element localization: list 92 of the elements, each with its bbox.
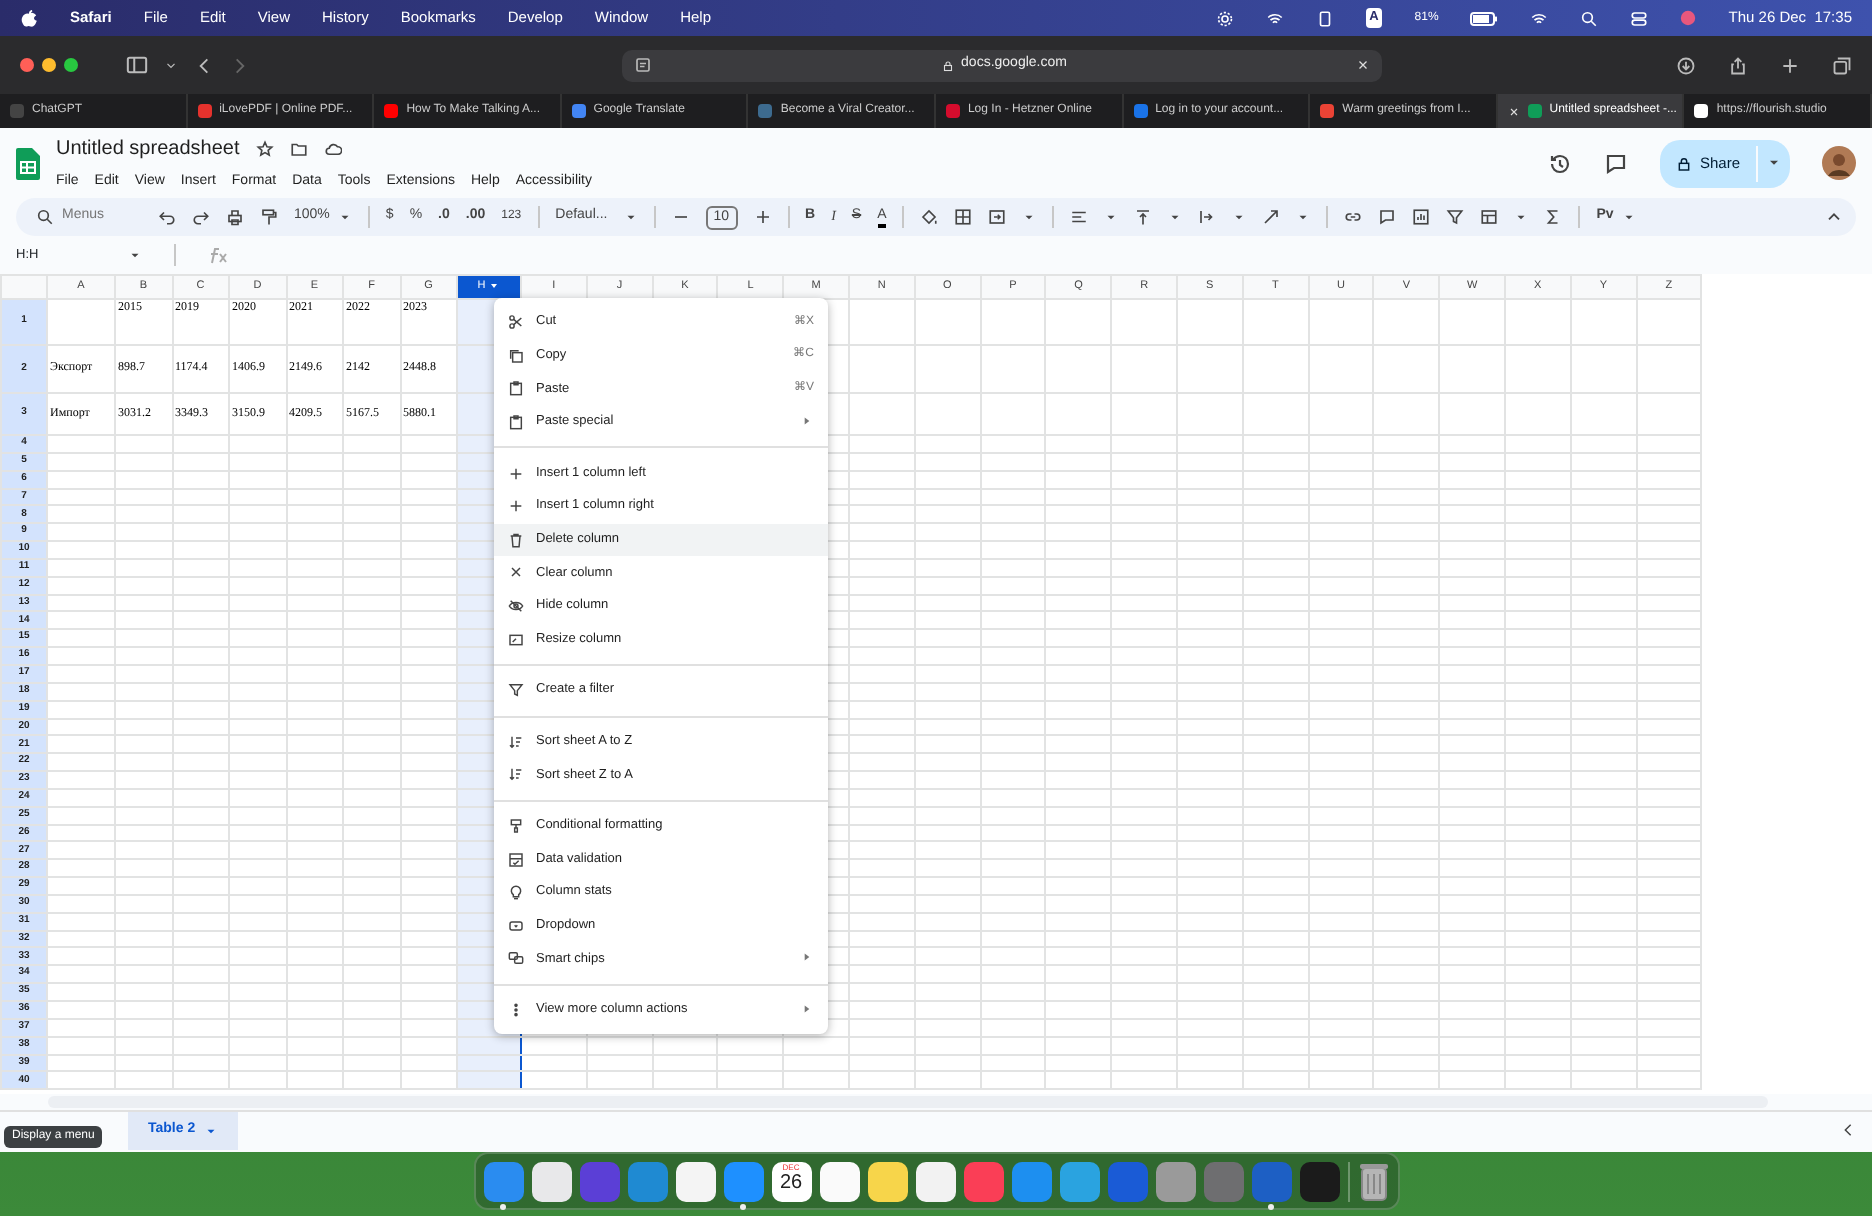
collapse-left-icon[interactable] xyxy=(1840,1122,1856,1139)
search-icon[interactable] xyxy=(1580,9,1599,27)
chevron-down-icon[interactable] xyxy=(164,58,178,72)
download-icon[interactable] xyxy=(1676,55,1696,75)
paint-roller-icon xyxy=(508,818,524,835)
redo-icon[interactable] xyxy=(192,208,210,226)
caret-icon[interactable] xyxy=(488,279,501,292)
caret-icon[interactable] xyxy=(1621,210,1636,224)
app-icon[interactable] xyxy=(867,1161,907,1201)
comment-icon[interactable] xyxy=(1378,208,1397,226)
horizontal-scrollbar[interactable] xyxy=(48,1096,1768,1108)
cloud-icon[interactable] xyxy=(323,139,342,158)
control-center-icon[interactable] xyxy=(1630,9,1649,27)
status-icon[interactable] xyxy=(1315,9,1334,27)
lock-icon xyxy=(1675,155,1692,171)
table-icon[interactable] xyxy=(1480,208,1499,226)
battery-icon[interactable] xyxy=(1470,11,1499,25)
caret-icon[interactable] xyxy=(337,210,352,224)
caret-icon[interactable] xyxy=(1022,210,1037,224)
tabs-icon[interactable] xyxy=(1832,55,1852,75)
chart-icon[interactable] xyxy=(1412,208,1431,226)
borders-icon[interactable] xyxy=(954,208,973,226)
vertical-align-icon[interactable] xyxy=(1134,208,1153,226)
caret-icon[interactable] xyxy=(1296,210,1311,224)
chips-icon xyxy=(508,950,524,967)
hidden-eye-icon xyxy=(508,598,524,615)
trash-icon[interactable] xyxy=(1357,1161,1389,1201)
folder-icon[interactable] xyxy=(289,139,308,158)
share-icon[interactable] xyxy=(1728,55,1748,75)
sigma-icon[interactable] xyxy=(1544,208,1563,226)
star-icon[interactable] xyxy=(255,139,274,158)
resize-icon xyxy=(508,631,524,648)
caret-icon[interactable] xyxy=(1104,210,1119,224)
close-icon[interactable] xyxy=(1355,58,1370,72)
fill-color-icon[interactable] xyxy=(920,208,939,226)
wifi-icon[interactable] xyxy=(1530,9,1549,27)
filter-icon xyxy=(508,682,524,699)
history-icon[interactable] xyxy=(1547,151,1572,175)
lightbulb-icon xyxy=(508,884,524,901)
paint-format-icon[interactable] xyxy=(260,208,278,226)
caret-icon[interactable] xyxy=(128,248,142,262)
plus-icon[interactable] xyxy=(1780,55,1800,75)
caret-icon[interactable] xyxy=(1232,210,1247,224)
app-icon[interactable] xyxy=(819,1161,859,1201)
dropdown-icon xyxy=(508,917,524,934)
document-title[interactable]: Untitled spreadsheet xyxy=(56,133,240,164)
sidebar-icon[interactable] xyxy=(126,54,148,76)
caret-icon xyxy=(203,1124,218,1138)
undo-icon[interactable] xyxy=(158,208,176,226)
copy-icon xyxy=(508,347,524,364)
logo-icon[interactable] xyxy=(20,9,38,27)
comment-icon[interactable] xyxy=(1603,151,1628,175)
app-icon[interactable] xyxy=(675,1161,715,1201)
paste-icon xyxy=(508,380,524,397)
close-icon xyxy=(508,564,524,581)
status-icon[interactable] xyxy=(1265,9,1284,27)
caret-icon[interactable] xyxy=(1168,210,1183,224)
filter-icon[interactable] xyxy=(1446,208,1465,226)
app-icon[interactable] xyxy=(915,1161,955,1201)
back-icon[interactable] xyxy=(194,55,214,75)
plus-icon[interactable] xyxy=(753,208,772,226)
minimize-button[interactable] xyxy=(42,58,56,72)
paste-icon xyxy=(508,414,524,431)
sort-icon xyxy=(508,766,524,783)
align-icon[interactable] xyxy=(1070,208,1089,226)
checklist-icon xyxy=(508,851,524,868)
zoom-button[interactable] xyxy=(64,58,78,72)
search-icon xyxy=(36,208,54,226)
sheets-logo[interactable] xyxy=(16,147,40,179)
cut-icon xyxy=(508,314,524,331)
link-icon[interactable] xyxy=(1344,208,1363,226)
more-icon xyxy=(508,1001,524,1018)
close-button[interactable] xyxy=(20,58,34,72)
function-icon xyxy=(208,246,228,264)
rotate-icon[interactable] xyxy=(1262,208,1281,226)
print-icon[interactable] xyxy=(226,208,244,226)
sort-icon xyxy=(508,733,524,750)
trash-icon xyxy=(508,531,524,548)
page-icon[interactable] xyxy=(634,56,652,74)
caret-icon[interactable] xyxy=(1514,210,1529,224)
app-icon[interactable] xyxy=(531,1161,571,1201)
lock-icon xyxy=(941,59,954,71)
wrap-icon[interactable] xyxy=(1198,208,1217,226)
caret-icon[interactable] xyxy=(623,210,638,224)
app-icon[interactable] xyxy=(1299,1161,1339,1201)
merge-icon[interactable] xyxy=(988,208,1007,226)
plus-icon xyxy=(508,498,524,515)
plus-icon xyxy=(508,465,524,482)
forward-icon[interactable] xyxy=(230,55,250,75)
close-icon[interactable] xyxy=(1507,105,1520,117)
avatar[interactable] xyxy=(1822,146,1856,180)
status-icon[interactable] xyxy=(1215,9,1234,27)
